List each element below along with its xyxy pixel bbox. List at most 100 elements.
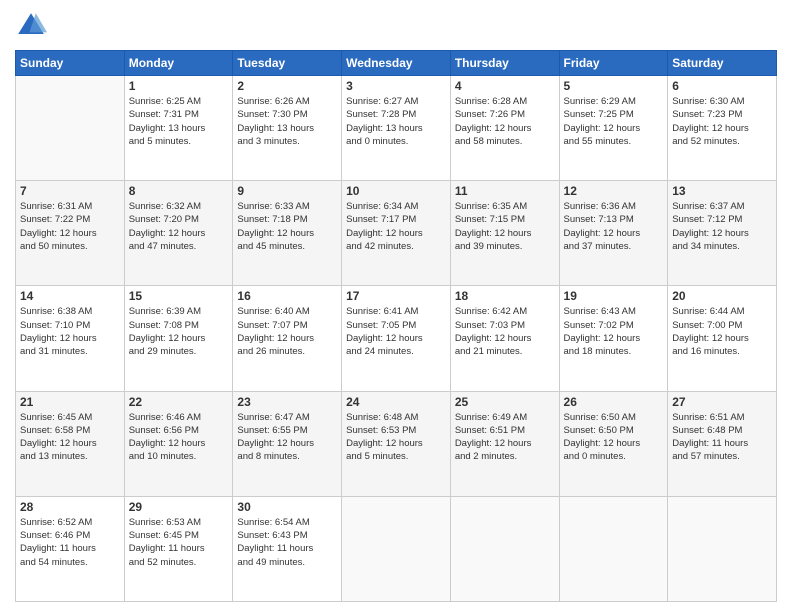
day-number: 3 (346, 79, 446, 93)
week-row-1: 1 Sunrise: 6:25 AM Sunset: 7:31 PM Daylig… (16, 76, 777, 181)
day-info: Sunrise: 6:48 AM Sunset: 6:53 PM Dayligh… (346, 411, 446, 464)
day-number: 17 (346, 289, 446, 303)
day-number: 11 (455, 184, 555, 198)
day-number: 14 (20, 289, 120, 303)
calendar-cell: 10 Sunrise: 6:34 AM Sunset: 7:17 PM Dayli… (342, 181, 451, 286)
calendar-cell: 14 Sunrise: 6:38 AM Sunset: 7:10 PM Dayli… (16, 286, 125, 391)
day-info: Sunrise: 6:32 AM Sunset: 7:20 PM Dayligh… (129, 200, 229, 253)
day-info: Sunrise: 6:37 AM Sunset: 7:12 PM Dayligh… (672, 200, 772, 253)
calendar-cell: 1 Sunrise: 6:25 AM Sunset: 7:31 PM Daylig… (124, 76, 233, 181)
day-info: Sunrise: 6:36 AM Sunset: 7:13 PM Dayligh… (564, 200, 664, 253)
day-number: 28 (20, 500, 120, 514)
day-info: Sunrise: 6:31 AM Sunset: 7:22 PM Dayligh… (20, 200, 120, 253)
calendar-cell (342, 496, 451, 601)
calendar-cell: 25 Sunrise: 6:49 AM Sunset: 6:51 PM Dayli… (450, 391, 559, 496)
day-number: 2 (237, 79, 337, 93)
day-number: 16 (237, 289, 337, 303)
week-row-2: 7 Sunrise: 6:31 AM Sunset: 7:22 PM Daylig… (16, 181, 777, 286)
day-info: Sunrise: 6:51 AM Sunset: 6:48 PM Dayligh… (672, 411, 772, 464)
day-number: 29 (129, 500, 229, 514)
day-info: Sunrise: 6:41 AM Sunset: 7:05 PM Dayligh… (346, 305, 446, 358)
calendar-cell: 20 Sunrise: 6:44 AM Sunset: 7:00 PM Dayli… (668, 286, 777, 391)
day-number: 15 (129, 289, 229, 303)
day-number: 12 (564, 184, 664, 198)
day-info: Sunrise: 6:34 AM Sunset: 7:17 PM Dayligh… (346, 200, 446, 253)
day-info: Sunrise: 6:46 AM Sunset: 6:56 PM Dayligh… (129, 411, 229, 464)
weekday-header-tuesday: Tuesday (233, 51, 342, 76)
calendar-cell: 2 Sunrise: 6:26 AM Sunset: 7:30 PM Daylig… (233, 76, 342, 181)
header (15, 10, 777, 42)
day-number: 22 (129, 395, 229, 409)
page: SundayMondayTuesdayWednesdayThursdayFrid… (0, 0, 792, 612)
calendar-cell: 3 Sunrise: 6:27 AM Sunset: 7:28 PM Daylig… (342, 76, 451, 181)
logo-icon (15, 10, 47, 42)
day-number: 7 (20, 184, 120, 198)
calendar-cell: 30 Sunrise: 6:54 AM Sunset: 6:43 PM Dayli… (233, 496, 342, 601)
day-info: Sunrise: 6:54 AM Sunset: 6:43 PM Dayligh… (237, 516, 337, 569)
calendar-cell: 29 Sunrise: 6:53 AM Sunset: 6:45 PM Dayli… (124, 496, 233, 601)
calendar-cell: 4 Sunrise: 6:28 AM Sunset: 7:26 PM Daylig… (450, 76, 559, 181)
day-info: Sunrise: 6:43 AM Sunset: 7:02 PM Dayligh… (564, 305, 664, 358)
calendar-cell (668, 496, 777, 601)
calendar-cell: 16 Sunrise: 6:40 AM Sunset: 7:07 PM Dayli… (233, 286, 342, 391)
weekday-header-saturday: Saturday (668, 51, 777, 76)
day-number: 13 (672, 184, 772, 198)
day-info: Sunrise: 6:29 AM Sunset: 7:25 PM Dayligh… (564, 95, 664, 148)
day-info: Sunrise: 6:35 AM Sunset: 7:15 PM Dayligh… (455, 200, 555, 253)
day-number: 30 (237, 500, 337, 514)
calendar-cell: 7 Sunrise: 6:31 AM Sunset: 7:22 PM Daylig… (16, 181, 125, 286)
day-info: Sunrise: 6:49 AM Sunset: 6:51 PM Dayligh… (455, 411, 555, 464)
calendar-cell: 15 Sunrise: 6:39 AM Sunset: 7:08 PM Dayli… (124, 286, 233, 391)
weekday-header-monday: Monday (124, 51, 233, 76)
day-info: Sunrise: 6:40 AM Sunset: 7:07 PM Dayligh… (237, 305, 337, 358)
logo (15, 10, 51, 42)
day-info: Sunrise: 6:39 AM Sunset: 7:08 PM Dayligh… (129, 305, 229, 358)
day-info: Sunrise: 6:53 AM Sunset: 6:45 PM Dayligh… (129, 516, 229, 569)
day-number: 26 (564, 395, 664, 409)
day-number: 9 (237, 184, 337, 198)
day-info: Sunrise: 6:50 AM Sunset: 6:50 PM Dayligh… (564, 411, 664, 464)
calendar-cell: 11 Sunrise: 6:35 AM Sunset: 7:15 PM Dayli… (450, 181, 559, 286)
day-number: 10 (346, 184, 446, 198)
calendar-cell: 6 Sunrise: 6:30 AM Sunset: 7:23 PM Daylig… (668, 76, 777, 181)
day-number: 6 (672, 79, 772, 93)
day-number: 1 (129, 79, 229, 93)
calendar-cell: 21 Sunrise: 6:45 AM Sunset: 6:58 PM Dayli… (16, 391, 125, 496)
calendar-cell: 26 Sunrise: 6:50 AM Sunset: 6:50 PM Dayli… (559, 391, 668, 496)
day-info: Sunrise: 6:26 AM Sunset: 7:30 PM Dayligh… (237, 95, 337, 148)
calendar-cell: 23 Sunrise: 6:47 AM Sunset: 6:55 PM Dayli… (233, 391, 342, 496)
day-info: Sunrise: 6:45 AM Sunset: 6:58 PM Dayligh… (20, 411, 120, 464)
day-number: 23 (237, 395, 337, 409)
calendar-cell: 22 Sunrise: 6:46 AM Sunset: 6:56 PM Dayli… (124, 391, 233, 496)
day-info: Sunrise: 6:47 AM Sunset: 6:55 PM Dayligh… (237, 411, 337, 464)
weekday-header-thursday: Thursday (450, 51, 559, 76)
weekday-header-wednesday: Wednesday (342, 51, 451, 76)
day-number: 4 (455, 79, 555, 93)
calendar-cell: 9Sunrise: 6:33 AM Sunset: 7:18 PM Daylig… (233, 181, 342, 286)
day-info: Sunrise: 6:28 AM Sunset: 7:26 PM Dayligh… (455, 95, 555, 148)
day-number: 8 (129, 184, 229, 198)
day-number: 20 (672, 289, 772, 303)
calendar-table: SundayMondayTuesdayWednesdayThursdayFrid… (15, 50, 777, 602)
day-info: Sunrise: 6:30 AM Sunset: 7:23 PM Dayligh… (672, 95, 772, 148)
day-info: Sunrise: 6:44 AM Sunset: 7:00 PM Dayligh… (672, 305, 772, 358)
day-info: Sunrise: 6:38 AM Sunset: 7:10 PM Dayligh… (20, 305, 120, 358)
week-row-3: 14 Sunrise: 6:38 AM Sunset: 7:10 PM Dayli… (16, 286, 777, 391)
calendar-cell (559, 496, 668, 601)
calendar-cell: 19 Sunrise: 6:43 AM Sunset: 7:02 PM Dayli… (559, 286, 668, 391)
day-info: Sunrise: 6:27 AM Sunset: 7:28 PM Dayligh… (346, 95, 446, 148)
day-number: 24 (346, 395, 446, 409)
calendar-cell (16, 76, 125, 181)
day-info: Sunrise: 6:42 AM Sunset: 7:03 PM Dayligh… (455, 305, 555, 358)
day-info: Sunrise: 6:25 AM Sunset: 7:31 PM Dayligh… (129, 95, 229, 148)
calendar-cell: 27Sunrise: 6:51 AM Sunset: 6:48 PM Dayli… (668, 391, 777, 496)
day-number: 18 (455, 289, 555, 303)
week-row-4: 21 Sunrise: 6:45 AM Sunset: 6:58 PM Dayli… (16, 391, 777, 496)
day-number: 21 (20, 395, 120, 409)
calendar-cell: 8 Sunrise: 6:32 AM Sunset: 7:20 PM Daylig… (124, 181, 233, 286)
day-number: 25 (455, 395, 555, 409)
day-number: 5 (564, 79, 664, 93)
calendar-cell: 12 Sunrise: 6:36 AM Sunset: 7:13 PM Dayli… (559, 181, 668, 286)
day-number: 19 (564, 289, 664, 303)
weekday-header-sunday: Sunday (16, 51, 125, 76)
